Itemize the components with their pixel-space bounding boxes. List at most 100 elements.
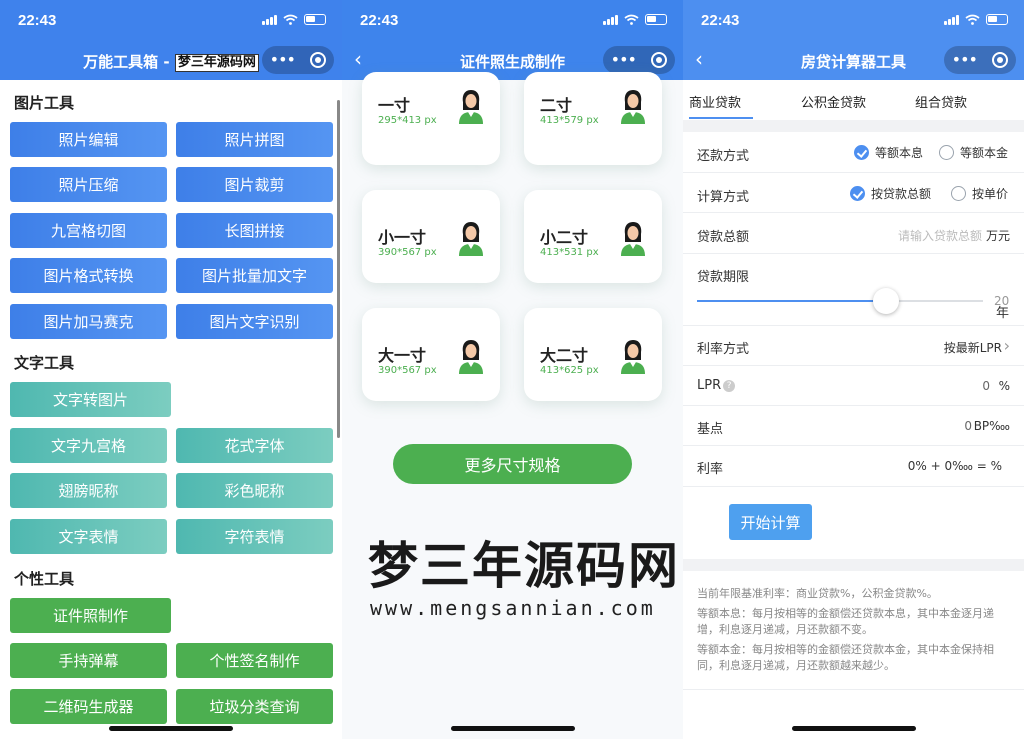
card-pixel-size: 413*579 px <box>540 115 599 126</box>
loan-total-input[interactable]: 请输入贷款总额 <box>898 227 982 244</box>
radio-label: 等额本金 <box>960 146 1009 160</box>
loan-term-slider-track[interactable] <box>697 300 983 302</box>
tool-button[interactable]: 个性签名制作 <box>176 643 333 678</box>
scrollbar[interactable] <box>337 100 340 438</box>
card-pixel-size: 413*531 px <box>540 247 599 258</box>
info-icon[interactable]: ? <box>723 379 736 392</box>
section-title-personal-tools: 个性工具 <box>14 570 75 588</box>
radio-checked-icon[interactable] <box>854 145 869 160</box>
lpr-value[interactable]: 0 <box>982 379 990 393</box>
miniapp-capsule[interactable]: ••• <box>262 46 334 74</box>
tool-button[interactable]: 手持弹幕 <box>10 643 167 678</box>
nav-bar: 万能工具箱 - 梦三年源码网 ••• <box>0 40 342 80</box>
tool-button[interactable]: 文字九宫格 <box>10 428 167 463</box>
wifi-icon <box>965 14 980 25</box>
toolbox-screen: 22:43 万能工具箱 - 梦三年源码网 ••• 图片工具 照片编辑 照片拼图 照片… <box>0 0 342 739</box>
status-bar: 22:43 <box>342 0 683 40</box>
tool-button[interactable]: 二维码生成器 <box>10 689 167 724</box>
tool-button[interactable]: 文字表情 <box>10 519 167 554</box>
loan-term-slider-handle[interactable] <box>872 288 899 314</box>
tool-button[interactable]: 图片批量加文字 <box>176 258 333 293</box>
tool-button[interactable]: 照片编辑 <box>10 122 167 157</box>
photo-size-card[interactable]: 一寸 295*413 px <box>362 72 500 165</box>
mortgage-calculator-screen: 22:43 ‹ 房贷计算器工具 ••• 商业贷款 公积金贷款 组合贷款 还款方式… <box>683 0 1024 739</box>
tool-button[interactable]: 九宫格切图 <box>10 213 167 248</box>
tool-button[interactable]: 字符表情 <box>176 519 333 554</box>
status-time: 22:43 <box>18 12 57 29</box>
loan-type-tabs: 商业贷款 公积金贷款 组合贷款 <box>683 80 1024 120</box>
photo-size-card[interactable]: 大二寸 413*625 px <box>524 308 662 401</box>
radio-unchecked-icon[interactable] <box>951 186 966 201</box>
status-bar: 22:43 <box>683 0 1024 40</box>
home-indicator <box>792 726 916 731</box>
interest-rate-row: 利率 0% + 0‱ = % <box>683 446 1024 487</box>
start-calculate-button[interactable]: 开始计算 <box>729 504 812 540</box>
battery-icon <box>304 14 326 25</box>
tab-commercial-loan[interactable]: 商业贷款 <box>689 92 741 111</box>
radio-by-total[interactable]: 按贷款总额 <box>850 185 931 202</box>
loan-total-unit: 万元 <box>985 229 1010 243</box>
tool-button[interactable]: 图片文字识别 <box>176 304 333 339</box>
watermark-url: www.mengsannian.com <box>370 596 656 620</box>
radio-by-unit-price[interactable]: 按单价 <box>951 185 1008 202</box>
radio-equal-installment[interactable]: 等额本息 <box>854 144 923 161</box>
tool-button[interactable]: 照片压缩 <box>10 167 167 202</box>
close-target-icon[interactable] <box>310 52 327 68</box>
card-pixel-size: 413*625 px <box>540 365 599 376</box>
lpr-unit: % <box>998 379 1010 393</box>
divider <box>683 689 1024 690</box>
rate-mode-label: 利率方式 <box>697 342 750 357</box>
radio-label: 按单价 <box>972 187 1009 201</box>
card-pixel-size: 295*413 px <box>378 115 437 126</box>
tool-button[interactable]: 花式字体 <box>176 428 333 463</box>
signal-icon <box>944 14 959 25</box>
photo-size-card[interactable]: 小二寸 413*531 px <box>524 190 662 283</box>
basis-point-value[interactable]: 0 <box>964 419 972 433</box>
tool-button[interactable]: 垃圾分类查询 <box>176 689 333 724</box>
radio-label: 按贷款总额 <box>871 187 932 201</box>
radio-label: 等额本息 <box>875 146 924 160</box>
tool-button[interactable]: 长图拼接 <box>176 213 333 248</box>
tool-button[interactable]: 翅膀昵称 <box>10 473 167 508</box>
person-avatar-icon <box>620 88 646 124</box>
card-size-name: 一寸 <box>378 96 411 115</box>
status-bar: 22:43 <box>0 0 342 40</box>
photo-size-card[interactable]: 大一寸 390*567 px <box>362 308 500 401</box>
interest-rate-label: 利率 <box>697 462 724 477</box>
person-avatar-icon <box>620 220 646 256</box>
chevron-right-icon[interactable]: › <box>1004 336 1010 355</box>
tool-button[interactable]: 图片加马赛克 <box>10 304 167 339</box>
divider <box>683 120 1024 132</box>
status-time: 22:43 <box>701 12 740 29</box>
more-sizes-button[interactable]: 更多尺寸规格 <box>393 444 632 484</box>
tab-combined-loan[interactable]: 组合贷款 <box>915 92 967 111</box>
rate-mode-row[interactable]: 利率方式 按最新LPR › <box>683 326 1024 366</box>
more-dots-icon[interactable]: ••• <box>270 52 296 68</box>
basis-point-label: 基点 <box>697 422 724 437</box>
more-dots-icon[interactable]: ••• <box>952 52 978 68</box>
card-size-name: 小一寸 <box>378 228 427 247</box>
miniapp-capsule[interactable]: ••• <box>944 46 1016 74</box>
close-target-icon[interactable] <box>651 52 668 68</box>
photo-size-card[interactable]: 二寸 413*579 px <box>524 72 662 165</box>
tool-button[interactable]: 文字转图片 <box>10 382 171 417</box>
tool-button[interactable]: 图片裁剪 <box>176 167 333 202</box>
tab-provident-fund-loan[interactable]: 公积金贷款 <box>801 92 866 111</box>
miniapp-capsule[interactable]: ••• <box>603 46 675 74</box>
radio-equal-principal[interactable]: 等额本金 <box>939 144 1008 161</box>
card-size-name: 小二寸 <box>540 228 589 247</box>
photo-size-card[interactable]: 小一寸 390*567 px <box>362 190 500 283</box>
section-title-text-tools: 文字工具 <box>14 354 75 372</box>
loan-term-label: 贷款期限 <box>697 270 750 285</box>
radio-unchecked-icon[interactable] <box>939 145 954 160</box>
more-dots-icon[interactable]: ••• <box>611 52 637 68</box>
rate-mode-value[interactable]: 按最新LPR <box>944 339 1002 356</box>
tool-button[interactable]: 照片拼图 <box>176 122 333 157</box>
calc-method-label: 计算方式 <box>697 190 750 205</box>
tool-button[interactable]: 彩色昵称 <box>176 473 333 508</box>
tool-button[interactable]: 证件照制作 <box>10 598 171 633</box>
tool-button[interactable]: 图片格式转换 <box>10 258 167 293</box>
radio-checked-icon[interactable] <box>850 186 865 201</box>
close-target-icon[interactable] <box>992 52 1009 68</box>
loan-term-row: 贷款期限 <box>683 254 1024 326</box>
